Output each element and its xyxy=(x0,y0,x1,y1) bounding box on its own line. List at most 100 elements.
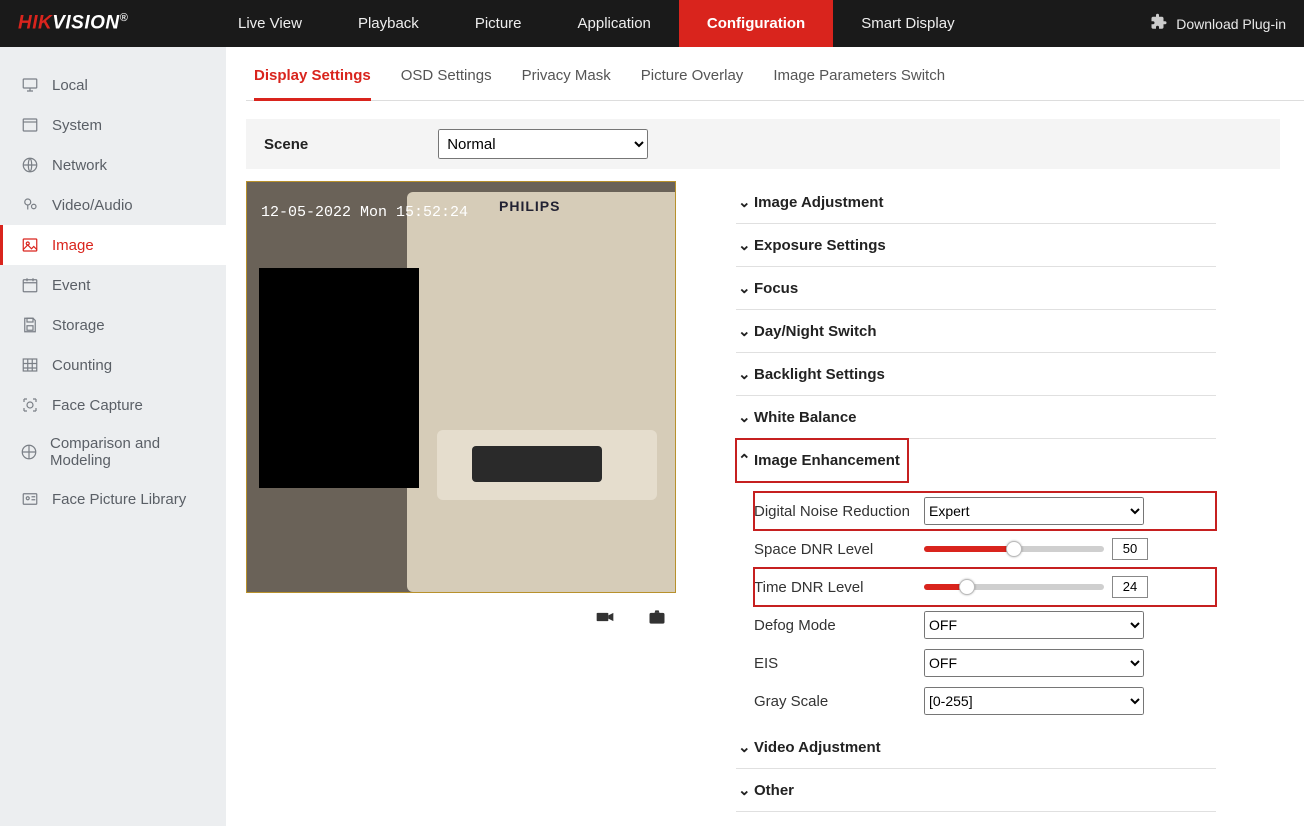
subtab-privacy-mask[interactable]: Privacy Mask xyxy=(522,61,611,100)
window-icon xyxy=(20,115,40,135)
preview-timestamp: 12-05-2022 Mon 15:52:24 xyxy=(261,204,468,221)
eis-label: EIS xyxy=(754,655,924,672)
sidebar-item-system[interactable]: System xyxy=(0,105,226,145)
panel-focus[interactable]: ⌄Focus xyxy=(736,267,1216,310)
chevron-down-icon: ⌄ xyxy=(738,365,750,383)
chevron-down-icon: ⌄ xyxy=(738,193,750,211)
record-icon[interactable] xyxy=(594,607,616,632)
sidebar-item-face-capture[interactable]: Face Capture xyxy=(0,385,226,425)
panel-backlight[interactable]: ⌄Backlight Settings xyxy=(736,353,1216,396)
chevron-down-icon: ⌄ xyxy=(738,236,750,254)
panel-title: White Balance xyxy=(754,409,857,426)
image-enhancement-body: Digital Noise Reduction Expert Space DNR… xyxy=(736,482,1216,726)
sidebar-item-face-library[interactable]: Face Picture Library xyxy=(0,479,226,519)
sidebar: Local System Network Video/Audio Image E… xyxy=(0,47,226,826)
sidebar-item-label: Storage xyxy=(52,317,105,334)
panel-other[interactable]: ⌄Other xyxy=(736,769,1216,812)
dnr-select[interactable]: Expert xyxy=(924,497,1144,525)
subtab-image-params-switch[interactable]: Image Parameters Switch xyxy=(773,61,945,100)
sidebar-item-event[interactable]: Event xyxy=(0,265,226,305)
chevron-up-icon: ⌃ xyxy=(738,451,750,469)
sidebar-item-video-audio[interactable]: Video/Audio xyxy=(0,185,226,225)
sidebar-item-label: Image xyxy=(52,237,94,254)
panel-title: Other xyxy=(754,782,794,799)
sidebar-item-local[interactable]: Local xyxy=(0,65,226,105)
nav-live-view[interactable]: Live View xyxy=(210,0,330,47)
defog-label: Defog Mode xyxy=(754,617,924,634)
subtab-display-settings[interactable]: Display Settings xyxy=(254,61,371,101)
sidebar-item-counting[interactable]: Counting xyxy=(0,345,226,385)
space-dnr-slider[interactable] xyxy=(924,546,1104,552)
panel-exposure-settings[interactable]: ⌄Exposure Settings xyxy=(736,224,1216,267)
chevron-down-icon: ⌄ xyxy=(738,781,750,799)
chevron-down-icon: ⌄ xyxy=(738,279,750,297)
preview-port-shape xyxy=(472,446,602,482)
snapshot-icon[interactable] xyxy=(646,607,668,632)
eis-select[interactable]: OFF xyxy=(924,649,1144,677)
row-eis: EIS OFF xyxy=(754,644,1216,682)
sidebar-item-comparison[interactable]: Comparison and Modeling xyxy=(0,425,226,479)
panel-title: Day/Night Switch xyxy=(754,323,877,340)
scene-select[interactable]: Normal xyxy=(438,129,648,159)
time-dnr-slider[interactable] xyxy=(924,584,1104,590)
brand-vision: VISION xyxy=(52,13,119,34)
sidebar-item-label: Face Capture xyxy=(52,397,143,414)
content-area: Display Settings OSD Settings Privacy Ma… xyxy=(226,47,1304,826)
nav-playback[interactable]: Playback xyxy=(330,0,447,47)
gray-label: Gray Scale xyxy=(754,693,924,710)
chevron-down-icon: ⌄ xyxy=(738,408,750,426)
top-navbar: HIKVISION® Live View Playback Picture Ap… xyxy=(0,0,1304,47)
panel-video-adjustment[interactable]: ⌄Video Adjustment xyxy=(736,726,1216,769)
row-gray-scale: Gray Scale [0-255] xyxy=(754,682,1216,720)
sidebar-item-image[interactable]: Image xyxy=(0,225,226,265)
compare-icon xyxy=(20,442,38,462)
brand-reg: ® xyxy=(120,12,129,24)
sidebar-item-label: Local xyxy=(52,77,88,94)
panel-title: Exposure Settings xyxy=(754,237,886,254)
brand-logo: HIKVISION® xyxy=(0,12,210,34)
gray-select[interactable]: [0-255] xyxy=(924,687,1144,715)
top-nav-tabs: Live View Playback Picture Application C… xyxy=(210,0,983,47)
panel-title: Image Enhancement xyxy=(754,452,900,469)
monitor-icon xyxy=(20,75,40,95)
nav-picture[interactable]: Picture xyxy=(447,0,550,47)
preview-toolbar xyxy=(246,593,676,632)
globe-icon xyxy=(20,155,40,175)
mic-icon xyxy=(20,195,40,215)
nav-application[interactable]: Application xyxy=(550,0,679,47)
sidebar-item-label: Comparison and Modeling xyxy=(50,435,206,469)
panel-title: Video Adjustment xyxy=(754,739,881,756)
face-icon xyxy=(20,395,40,415)
panel-day-night[interactable]: ⌄Day/Night Switch xyxy=(736,310,1216,353)
sidebar-item-storage[interactable]: Storage xyxy=(0,305,226,345)
chevron-down-icon: ⌄ xyxy=(738,322,750,340)
panel-title: Focus xyxy=(754,280,798,297)
nav-configuration[interactable]: Configuration xyxy=(679,0,833,47)
calendar-icon xyxy=(20,275,40,295)
save-icon xyxy=(20,315,40,335)
puzzle-icon xyxy=(1150,13,1168,34)
space-dnr-value[interactable]: 50 xyxy=(1112,538,1148,560)
time-dnr-value[interactable]: 24 xyxy=(1112,576,1148,598)
panel-title: Backlight Settings xyxy=(754,366,885,383)
preview-mask-box xyxy=(259,268,419,488)
download-plugin-label: Download Plug-in xyxy=(1176,16,1286,32)
preview-monitor-shape xyxy=(407,192,676,592)
nav-smart-display[interactable]: Smart Display xyxy=(833,0,982,47)
subtab-osd-settings[interactable]: OSD Settings xyxy=(401,61,492,100)
dnr-label: Digital Noise Reduction xyxy=(754,503,924,520)
time-dnr-label: Time DNR Level xyxy=(754,579,924,596)
sidebar-item-network[interactable]: Network xyxy=(0,145,226,185)
panel-image-enhancement[interactable]: ⌃Image Enhancement xyxy=(736,439,908,482)
scene-label: Scene xyxy=(264,136,308,153)
panel-image-adjustment[interactable]: ⌄Image Adjustment xyxy=(736,181,1216,224)
row-time-dnr: Time DNR Level 24 xyxy=(754,568,1216,606)
download-plugin-link[interactable]: Download Plug-in xyxy=(1150,13,1304,34)
sidebar-item-label: System xyxy=(52,117,102,134)
space-dnr-label: Space DNR Level xyxy=(754,541,924,558)
defog-select[interactable]: OFF xyxy=(924,611,1144,639)
sidebar-item-label: Counting xyxy=(52,357,112,374)
subtab-picture-overlay[interactable]: Picture Overlay xyxy=(641,61,744,100)
panel-white-balance[interactable]: ⌄White Balance xyxy=(736,396,1216,439)
row-space-dnr: Space DNR Level 50 xyxy=(754,530,1216,568)
